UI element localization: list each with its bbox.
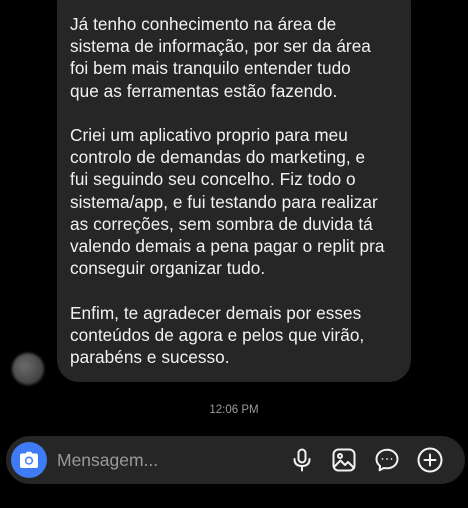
gallery-icon: [332, 448, 356, 472]
microphone-button[interactable]: [289, 447, 315, 473]
camera-button[interactable]: [11, 442, 47, 478]
sender-avatar[interactable]: [12, 353, 44, 385]
message-input[interactable]: [57, 448, 257, 472]
camera-icon: [20, 451, 38, 468]
sticker-icon: [375, 448, 399, 472]
more-options-button[interactable]: [417, 447, 443, 473]
sticker-button[interactable]: [374, 447, 400, 473]
plus-icon: [417, 447, 443, 473]
received-message-bubble[interactable]: Já tenho conhecimento na área de sistema…: [57, 0, 411, 382]
message-paragraph-3: Enfim, te agradecer demais por esses con…: [70, 302, 365, 368]
message-thread: Já tenho conhecimento na área de sistema…: [0, 0, 468, 430]
message-composer: [6, 436, 465, 484]
message-timestamp: 12:06 PM: [209, 404, 259, 416]
message-paragraph-2: Criei um aplicativo proprio para meu con…: [70, 125, 385, 279]
microphone-icon: [293, 448, 311, 472]
gallery-button[interactable]: [331, 447, 357, 473]
message-paragraph-1: Já tenho conhecimento na área de sistema…: [70, 14, 371, 101]
